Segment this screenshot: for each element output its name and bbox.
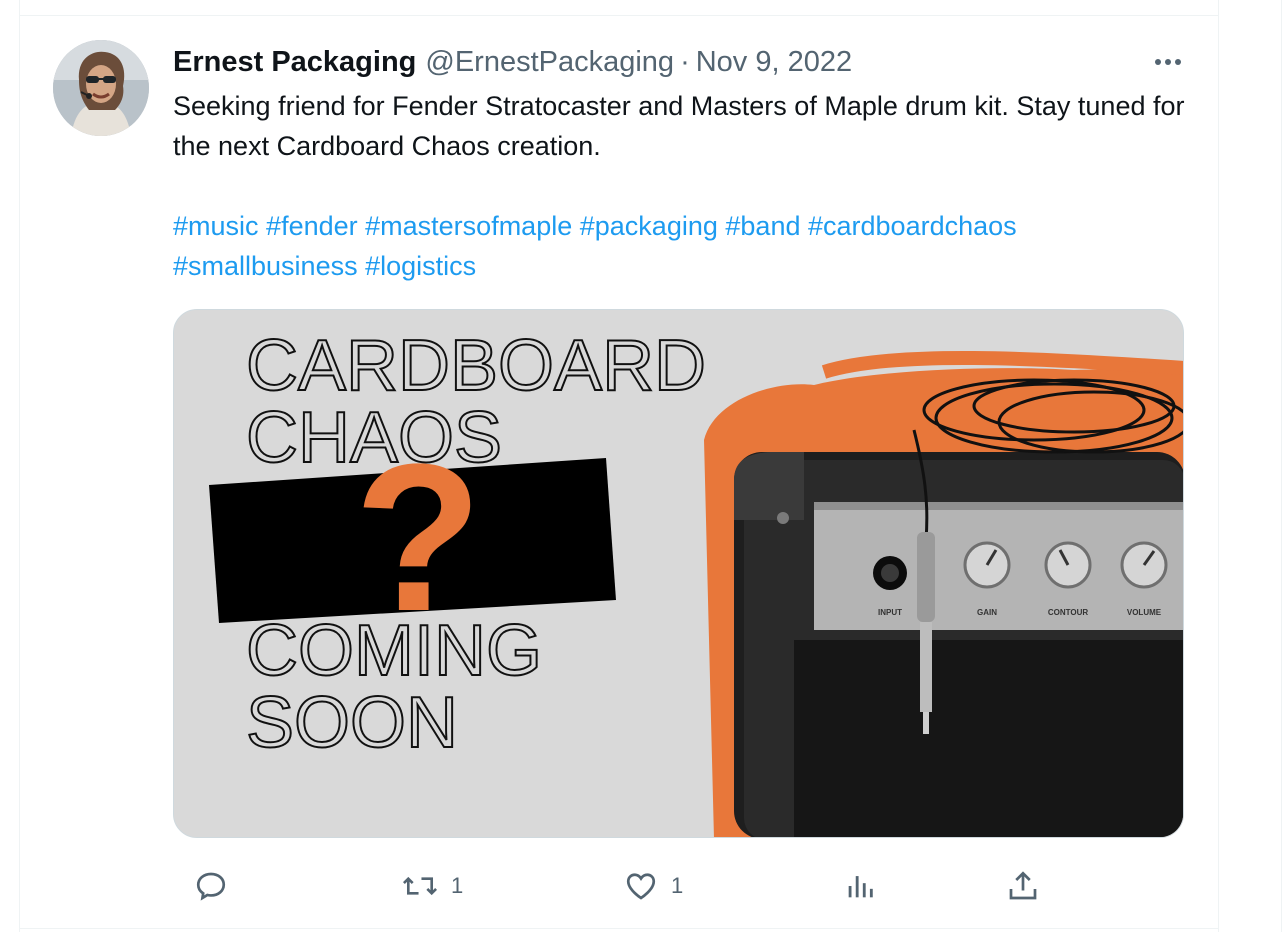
avatar-image [53, 40, 149, 136]
reply-button[interactable] [193, 864, 229, 908]
tweet-actions: 1 1 [173, 864, 1173, 908]
hashtag-link[interactable]: #band [725, 211, 800, 241]
amp-label-volume: VOLUME [1127, 608, 1162, 617]
reply-icon [196, 872, 226, 901]
hashtag-link[interactable]: #smallbusiness [173, 251, 358, 281]
media-artwork: INPUT GAIN CONTOUR VOLUME CARDBOARD CHAO… [174, 310, 1183, 837]
divider-bottom [19, 928, 1219, 929]
retweet-button[interactable]: 1 [401, 864, 463, 908]
header-separator: · [680, 45, 690, 78]
media-headline-line1: CARDBOARD [246, 326, 706, 406]
hashtag-link[interactable]: #fender [266, 211, 358, 241]
more-icon [1155, 59, 1181, 65]
hashtag-link[interactable]: #cardboardchaos [808, 211, 1017, 241]
share-icon [1009, 871, 1037, 900]
like-count: 1 [671, 873, 684, 898]
tweet-header: Ernest Packaging @ErnestPackaging · Nov … [173, 42, 852, 82]
tweet[interactable]: Ernest Packaging @ErnestPackaging · Nov … [20, 16, 1218, 928]
share-button[interactable] [1005, 864, 1041, 908]
tweet-media-image[interactable]: INPUT GAIN CONTOUR VOLUME CARDBOARD CHAO… [173, 309, 1184, 838]
views-button[interactable] [843, 864, 877, 908]
sidebar-border [1281, 0, 1282, 932]
page: Ernest Packaging @ErnestPackaging · Nov … [0, 0, 1286, 932]
hashtag-link[interactable]: #packaging [580, 211, 718, 241]
amp-label-gain: GAIN [977, 608, 997, 617]
hashtags: #music #fender #mastersofmaple #packagin… [173, 206, 1193, 286]
views-icon [848, 876, 873, 898]
amp-label-input: INPUT [878, 608, 902, 617]
hashtag-link[interactable]: #logistics [365, 251, 476, 281]
amp-label-contour: CONTOUR [1048, 608, 1089, 617]
heart-icon [626, 873, 656, 900]
media-footer-line2: SOON [246, 683, 458, 763]
tweet-text: Seeking friend for Fender Stratocaster a… [173, 91, 1185, 161]
tweet-date[interactable]: Nov 9, 2022 [696, 46, 852, 79]
more-options-button[interactable] [1150, 48, 1186, 76]
retweet-count: 1 [451, 873, 464, 898]
retweet-icon [402, 876, 438, 896]
media-footer-line1: COMING [246, 611, 542, 691]
like-button[interactable]: 1 [623, 864, 683, 908]
display-name[interactable]: Ernest Packaging [173, 46, 416, 79]
hashtag-link[interactable]: #music [173, 211, 259, 241]
user-handle[interactable]: @ErnestPackaging [425, 46, 674, 79]
hashtag-link[interactable]: #mastersofmaple [365, 211, 572, 241]
timeline-right-border [1218, 0, 1219, 932]
avatar[interactable] [53, 40, 149, 136]
